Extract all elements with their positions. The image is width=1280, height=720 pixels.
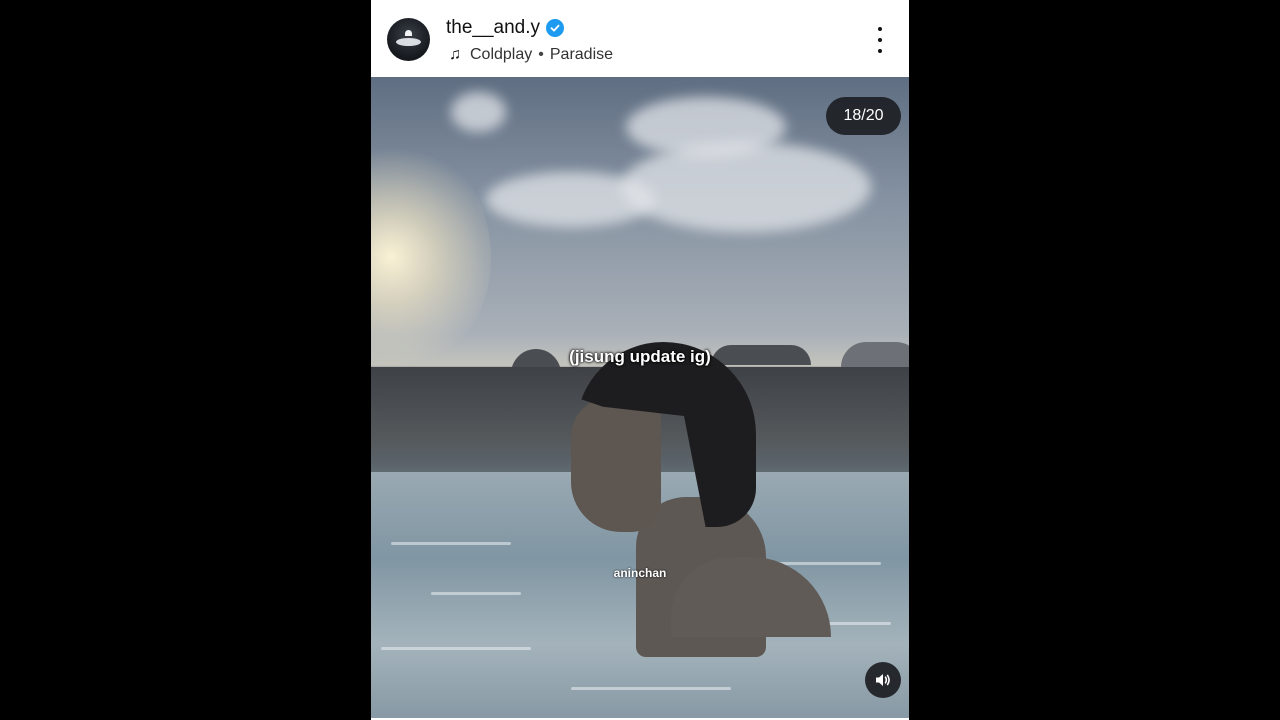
sun-glow — [371, 137, 491, 377]
watermark-text: aninchan — [613, 566, 667, 580]
more-dot — [878, 38, 882, 42]
cloud — [486, 172, 656, 227]
username-row: the__and.y — [446, 16, 565, 40]
speaker-icon[interactable] — [865, 662, 901, 698]
verified-badge-icon — [546, 19, 565, 37]
music-song: Paradise — [549, 46, 614, 63]
cloud — [621, 142, 871, 232]
profile-avatar[interactable] — [387, 18, 430, 61]
more-dot — [878, 27, 882, 31]
more-dot — [878, 49, 882, 53]
water-ripple — [571, 687, 731, 690]
instagram-post: the__and.y ♫ Coldplay • Paradise 18/20 (… — [371, 0, 909, 720]
avatar-ufo-dome — [405, 30, 412, 36]
music-separator: • — [538, 46, 544, 63]
slide-counter: 18/20 — [826, 97, 901, 135]
water-ripple — [391, 542, 511, 545]
cloud — [451, 92, 506, 132]
avatar-ufo-saucer — [396, 38, 421, 46]
water-ripple — [381, 647, 531, 650]
username[interactable]: the__and.y — [446, 17, 540, 39]
caption-text: (jisung update ig) — [569, 347, 711, 366]
more-options-icon[interactable] — [875, 27, 885, 53]
music-artist: Coldplay — [470, 46, 533, 63]
post-media[interactable]: 18/20 (jisung update ig) aninchan — [371, 77, 909, 718]
post-header: the__and.y ♫ Coldplay • Paradise — [371, 0, 909, 77]
person-face — [571, 397, 661, 532]
music-note-icon: ♫ — [449, 46, 461, 63]
water-ripple — [431, 592, 521, 595]
music-info[interactable]: ♫ Coldplay • Paradise — [446, 45, 613, 65]
